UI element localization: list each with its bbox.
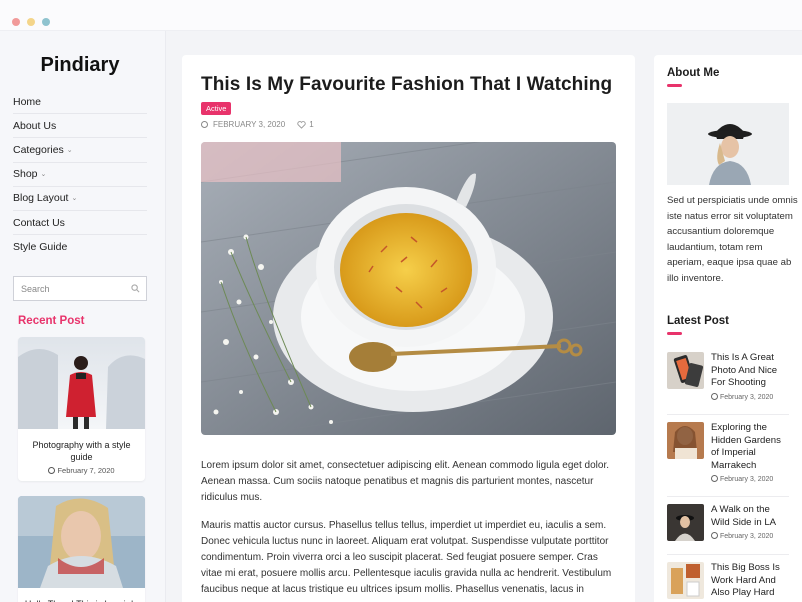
- latest-post-title[interactable]: This Is A Great Photo And Nice For Shoot…: [711, 352, 789, 390]
- date-text: February 3, 2020: [720, 476, 774, 483]
- recent-post-image[interactable]: [18, 496, 145, 588]
- divider: [667, 554, 789, 555]
- latest-post-thumbnail[interactable]: [667, 504, 704, 541]
- chevron-down-icon: ⌄: [40, 171, 47, 179]
- about-me-heading: About Me: [667, 67, 720, 79]
- site-logo[interactable]: Pindiary: [0, 54, 160, 77]
- recent-post-title[interactable]: Photography with a style guide: [18, 434, 145, 463]
- nav-item-label: About Us: [13, 119, 57, 132]
- recent-post-date: February 7, 2020: [18, 463, 145, 481]
- search-box: [13, 276, 147, 301]
- latest-post-title[interactable]: This Big Boss Is Work Hard And Also Play…: [711, 562, 789, 600]
- latest-post-date: February 3, 2020: [711, 475, 789, 483]
- article-card: This Is My Favourite Fashion That I Watc…: [182, 55, 635, 602]
- window-titlebar: [0, 0, 802, 31]
- latest-post-item[interactable]: This Is A Great Photo And Nice For Shoot…: [667, 352, 789, 401]
- close-window-button[interactable]: [12, 18, 20, 26]
- nav-item-label: Blog Layout: [13, 192, 69, 205]
- nav-item-label: Shop: [13, 168, 38, 181]
- article-date: FEBRUARY 3, 2020: [213, 120, 286, 129]
- about-me-text: Sed ut perspiciatis unde omnis iste natu…: [667, 195, 798, 284]
- minimize-window-button[interactable]: [27, 18, 35, 26]
- latest-post-item[interactable]: A Walk on the Wild Side in LA February 3…: [667, 504, 789, 541]
- article-title[interactable]: This Is My Favourite Fashion That I Watc…: [201, 74, 612, 96]
- clock-icon: [711, 392, 718, 400]
- heading-underline: [667, 332, 682, 335]
- main-nav: Home About Us Categories ⌄ Shop ⌄ Blog Lay…: [13, 90, 147, 259]
- right-sidebar: About Me Sed ut perspiciatis unde omnis …: [654, 55, 802, 602]
- left-sidebar: Pindiary Home About Us Categories ⌄ Shop ⌄…: [0, 31, 166, 602]
- latest-post-thumbnail[interactable]: [667, 422, 704, 459]
- like-count: 1: [309, 120, 314, 129]
- clock-icon: [711, 532, 718, 539]
- heart-icon[interactable]: [297, 120, 306, 129]
- latest-post-heading: Latest Post: [667, 315, 729, 327]
- nav-item-about-us[interactable]: About Us: [13, 114, 147, 139]
- latest-post-date: February 3, 2020: [711, 392, 789, 401]
- latest-post-thumbnail[interactable]: [667, 562, 704, 599]
- heading-underline: [667, 84, 682, 87]
- date-text: February 3, 2020: [720, 533, 774, 540]
- latest-post-item[interactable]: This Big Boss Is Work Hard And Also Play…: [667, 562, 789, 600]
- search-input[interactable]: [21, 283, 121, 294]
- nav-item-label: Style Guide: [13, 241, 68, 254]
- clock-icon: [201, 121, 208, 128]
- nav-item-style-guide[interactable]: Style Guide: [13, 235, 147, 259]
- recent-post-heading: Recent Post: [18, 315, 85, 327]
- latest-post-thumbnail[interactable]: [667, 352, 704, 389]
- clock-icon: [711, 475, 718, 482]
- article-paragraph: Mauris mattis auctor cursus. Phasellus t…: [201, 520, 612, 595]
- recent-post-card[interactable]: Hello There! This is how i do Makeup: [18, 496, 145, 602]
- article-meta: FEBRUARY 3, 2020 1: [201, 120, 314, 129]
- nav-item-label: Home: [13, 95, 42, 108]
- nav-item-blog-layout[interactable]: Blog Layout ⌄: [13, 187, 147, 211]
- nav-item-label: Contact Us: [13, 216, 65, 229]
- recent-post-image[interactable]: [18, 337, 145, 429]
- latest-post-title[interactable]: A Walk on the Wild Side in LA: [711, 504, 789, 529]
- category-badge[interactable]: Active: [201, 102, 232, 115]
- nav-item-shop[interactable]: Shop ⌄: [13, 163, 147, 187]
- recent-post-title[interactable]: Hello There! This is how i do Makeup: [18, 593, 145, 602]
- divider: [667, 414, 789, 415]
- clock-icon: [48, 467, 56, 474]
- chevron-down-icon: ⌄: [71, 195, 78, 203]
- latest-post-title[interactable]: Exploring the Hidden Gardens of Imperial…: [711, 422, 789, 472]
- search-icon[interactable]: [131, 284, 140, 293]
- date-text: February 3, 2020: [720, 393, 774, 401]
- nav-item-contact-us[interactable]: Contact Us: [13, 211, 147, 236]
- about-me-image: [667, 103, 789, 185]
- nav-item-home[interactable]: Home: [13, 90, 147, 115]
- latest-post-date: February 3, 2020: [711, 532, 789, 540]
- maximize-window-button[interactable]: [42, 18, 50, 26]
- article-paragraph: Lorem ipsum dolor sit amet, consectetuer…: [201, 460, 610, 503]
- latest-post-item[interactable]: Exploring the Hidden Gardens of Imperial…: [667, 422, 789, 483]
- date-text: February 7, 2020: [57, 466, 115, 475]
- article-hero-image: [201, 142, 616, 435]
- nav-item-label: Categories: [13, 143, 64, 156]
- divider: [667, 496, 789, 497]
- nav-item-categories[interactable]: Categories ⌄: [13, 138, 147, 163]
- recent-post-card[interactable]: Photography with a style guide February …: [18, 337, 145, 481]
- chevron-down-icon: ⌄: [66, 146, 73, 154]
